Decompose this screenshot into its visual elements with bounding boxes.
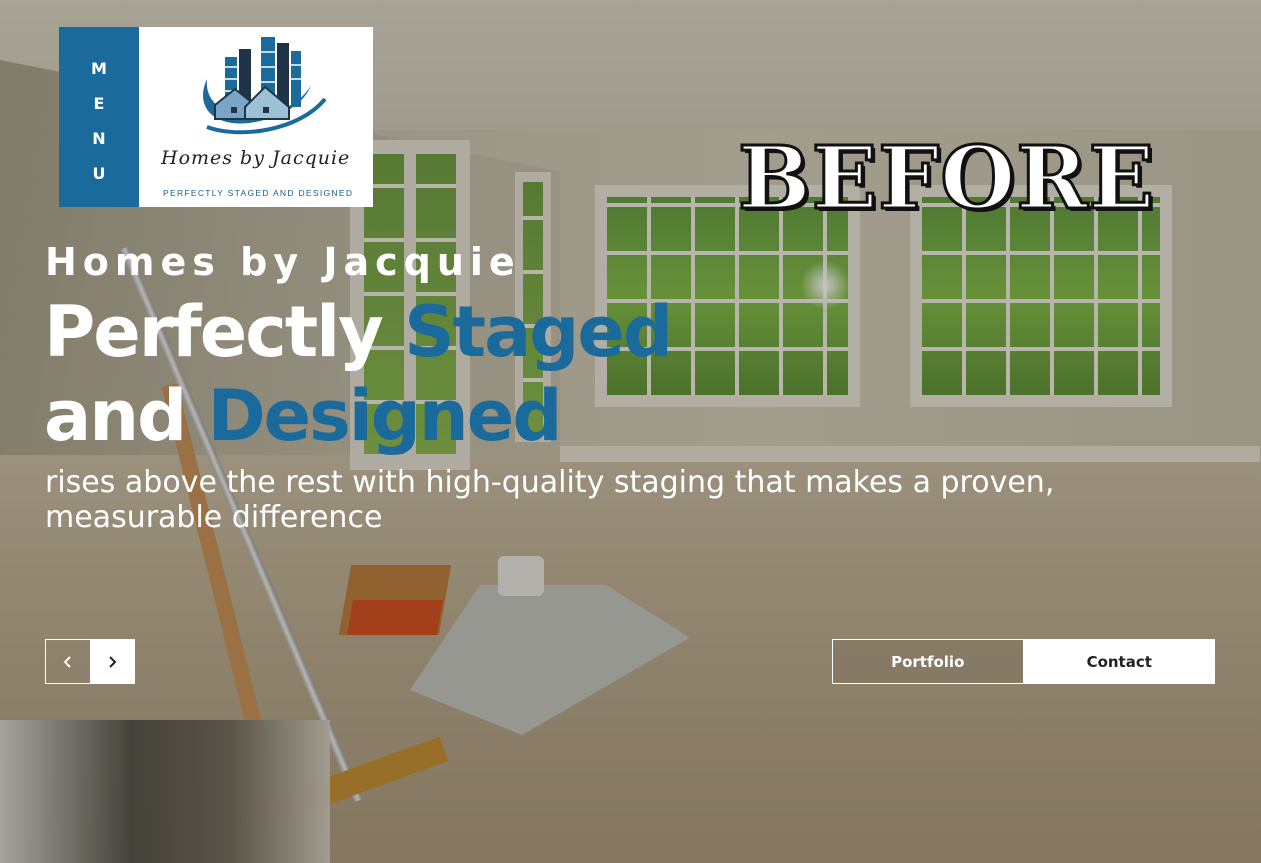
- site-header: M E N U Homes by Jacquie PERFECTLY STAGE…: [59, 27, 373, 207]
- hero-title-plain: Perfectly: [44, 291, 384, 373]
- slider-prev-button[interactable]: [46, 640, 90, 683]
- hero-title-line-2: and Designed: [44, 374, 671, 458]
- menu-letter: E: [93, 94, 105, 113]
- cta-buttons: Portfolio Contact: [832, 639, 1215, 684]
- hero-title: Perfectly Staged and Designed: [44, 290, 673, 458]
- hero-description: rises above the rest with high-quality s…: [45, 465, 1055, 535]
- logo-tagline: PERFECTLY STAGED AND DESIGNED: [163, 188, 354, 198]
- hero-title-plain: and: [44, 375, 187, 457]
- logo-buildings-icon: [203, 37, 327, 135]
- slider-next-button[interactable]: [90, 640, 134, 683]
- menu-letter: M: [91, 59, 107, 78]
- portfolio-button[interactable]: Portfolio: [832, 639, 1024, 684]
- menu-button[interactable]: M E N U: [59, 27, 139, 207]
- hero-title-accent: Designed: [207, 375, 563, 457]
- contact-button[interactable]: Contact: [1023, 639, 1215, 684]
- logo-script-text: Homes by Jacquie: [161, 147, 351, 169]
- hero-title-line-1: Perfectly Staged: [44, 290, 673, 374]
- site-logo[interactable]: Homes by Jacquie PERFECTLY STAGED AND DE…: [139, 27, 373, 207]
- slider-navigation: [45, 639, 135, 684]
- menu-letter: U: [92, 164, 106, 183]
- chevron-right-icon: [109, 655, 117, 668]
- hero-subtitle: Homes by Jacquie: [45, 240, 521, 284]
- menu-letter: N: [92, 129, 106, 148]
- before-label: BEFORE: [736, 128, 1156, 229]
- chevron-left-icon: [63, 655, 71, 668]
- hero-title-accent: Staged: [404, 291, 673, 373]
